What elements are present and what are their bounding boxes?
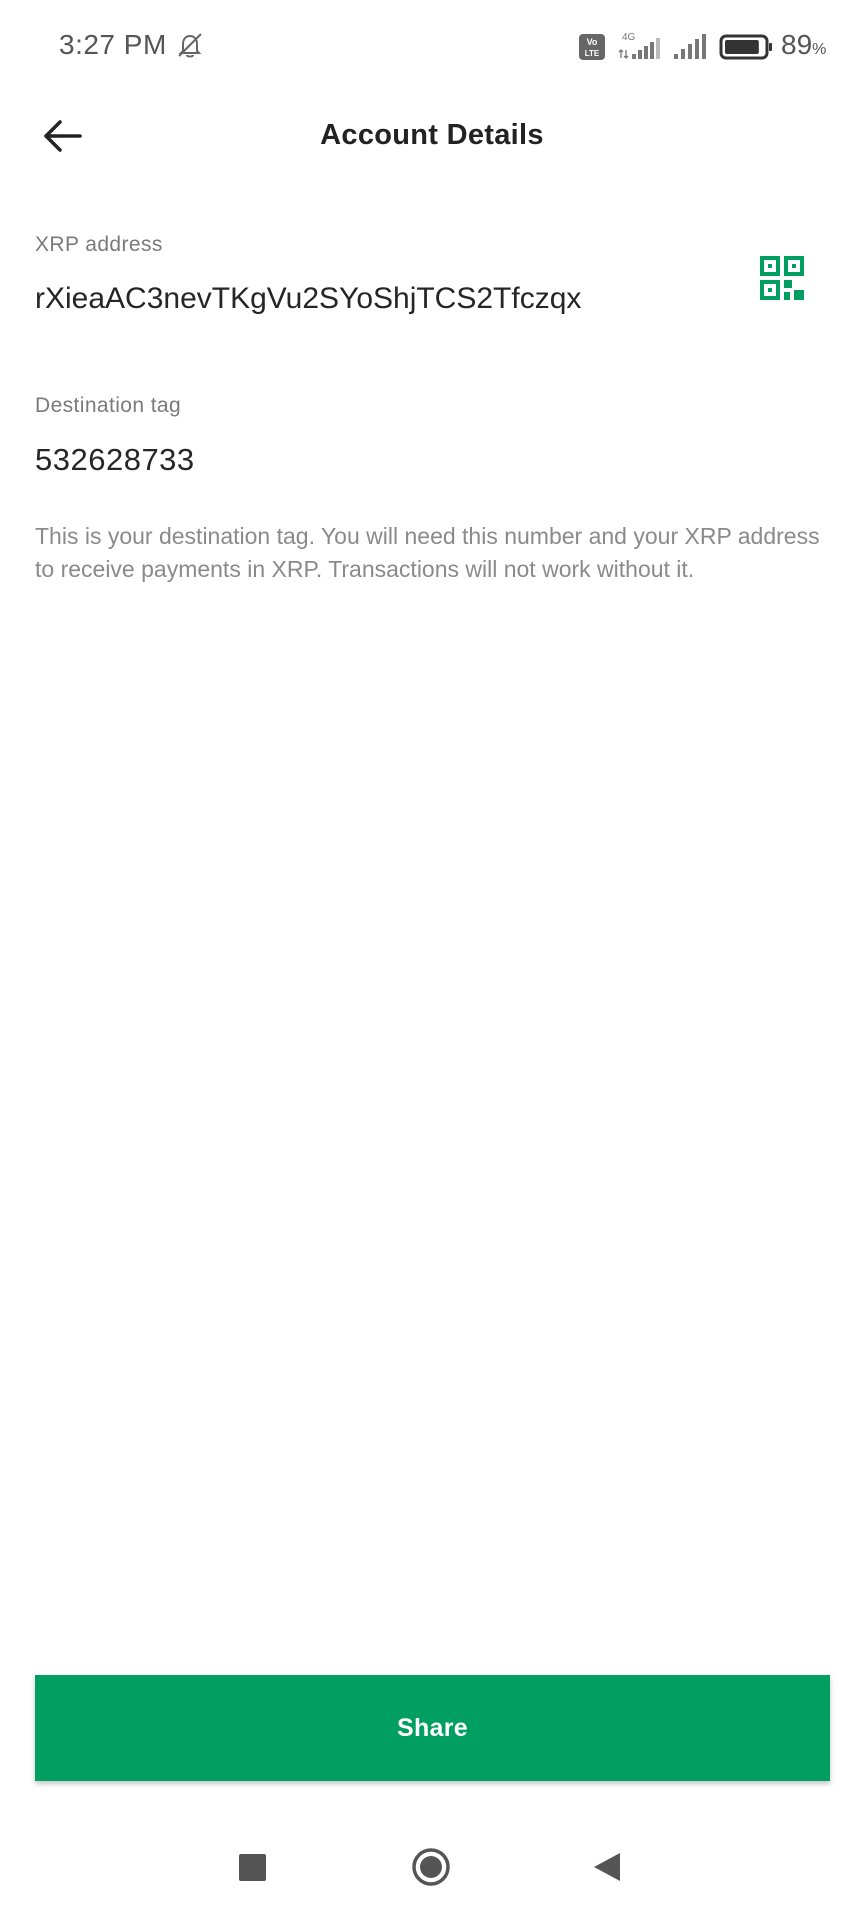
status-bar: 3:27 PM Vo LTE 4G 89% — [0, 0, 864, 92]
qr-code-button[interactable] — [758, 254, 806, 302]
svg-text:Vo: Vo — [587, 37, 598, 47]
signal-4g-icon: 4G — [618, 32, 660, 59]
qr-code-icon — [760, 256, 804, 300]
svg-text:LTE: LTE — [585, 49, 600, 58]
share-button[interactable]: Share — [35, 1675, 830, 1781]
home-icon[interactable] — [411, 1847, 451, 1887]
xrp-address-label: XRP address — [35, 233, 163, 256]
battery-unit: % — [812, 41, 827, 58]
recents-icon[interactable] — [239, 1854, 266, 1881]
back-icon[interactable] — [592, 1851, 622, 1883]
destination-tag-info: This is your destination tag. You will n… — [35, 523, 820, 582]
do-not-disturb-icon — [178, 33, 202, 58]
svg-text:4G: 4G — [622, 32, 636, 43]
volte-icon: Vo LTE — [579, 34, 605, 60]
signal-icon — [674, 34, 706, 59]
status-time: 3:27 PM — [59, 29, 167, 60]
battery-number: 89 — [781, 29, 813, 60]
xrp-address-value[interactable]: rXieaAC3nevTKgVu2SYoShjTCS2Tfczqx — [35, 282, 581, 316]
navigation-bar — [0, 1820, 864, 1920]
screen: 3:27 PM Vo LTE 4G 89% Account Details XR… — [0, 0, 864, 1920]
battery-percentage: 89% — [781, 29, 826, 61]
page-title: Account Details — [320, 119, 544, 151]
battery-icon — [719, 34, 772, 60]
destination-tag-value[interactable]: 532628733 — [35, 442, 195, 478]
app-bar: Account Details — [0, 92, 864, 188]
destination-tag-label: Destination tag — [35, 394, 182, 417]
